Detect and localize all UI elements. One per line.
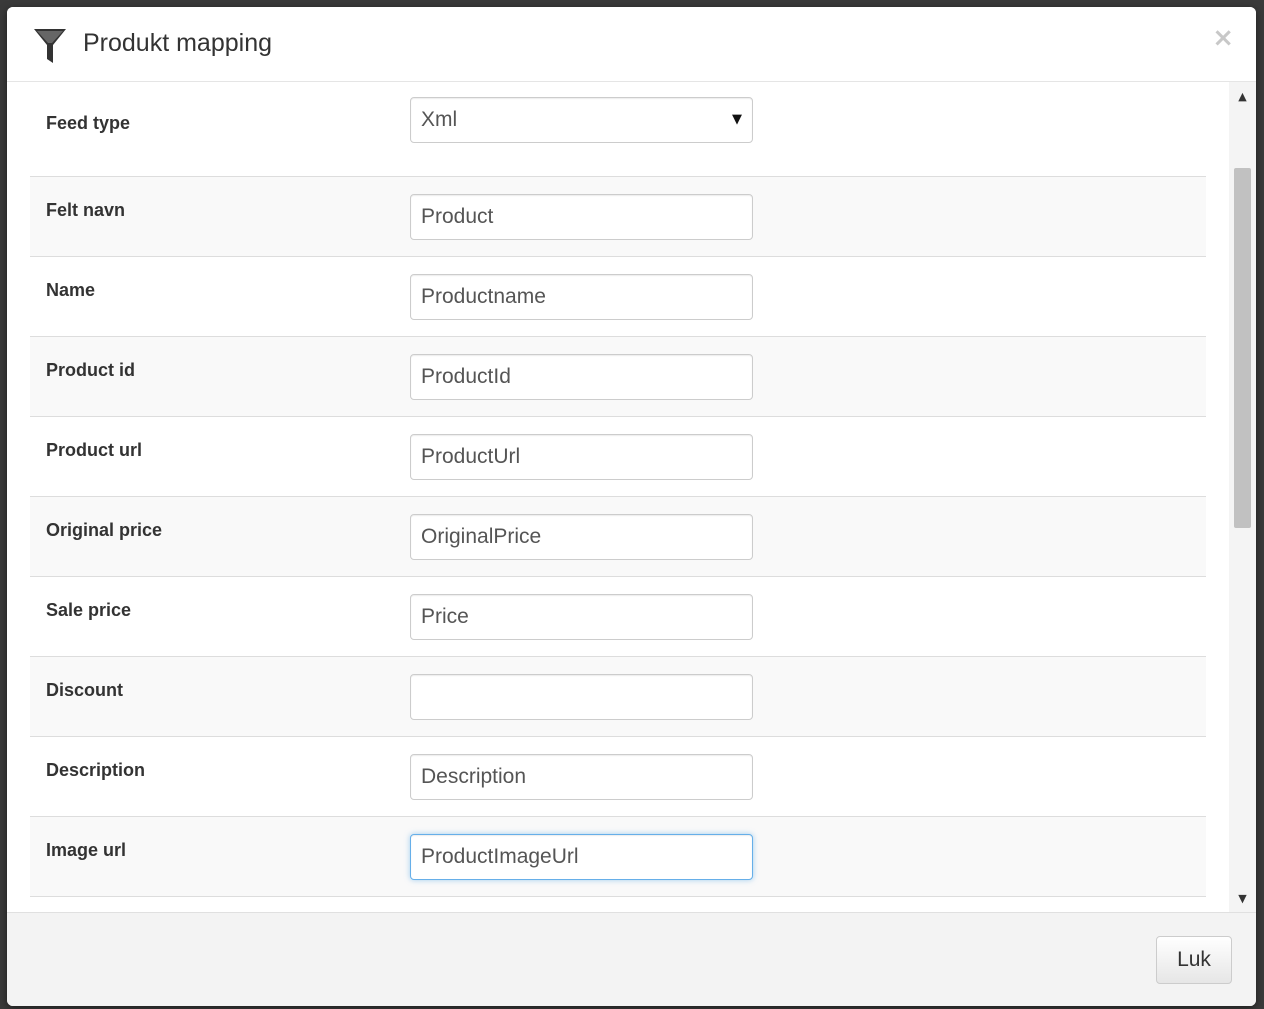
field-label: Product url	[46, 440, 143, 460]
close-icon[interactable]: ×	[1212, 23, 1234, 53]
dropdown-arrow-icon: ▼	[732, 112, 742, 127]
scroll-up-icon[interactable]: ▲	[1229, 87, 1256, 107]
form-row-partial	[30, 897, 1206, 912]
product-id-input[interactable]: ProductId	[410, 354, 753, 400]
description-input[interactable]: Description	[410, 754, 753, 800]
field-label: Description	[46, 760, 146, 780]
field-label: Original price	[46, 520, 163, 540]
form-row-feed-type: Feed type Xml ▼	[30, 82, 1206, 177]
form-row-product-url: Product url ProductUrl	[30, 417, 1206, 497]
form-row-product-id: Product id ProductId	[30, 337, 1206, 417]
sale-price-input[interactable]: Price	[410, 594, 753, 640]
feed-type-selected-value: Xml	[421, 108, 458, 131]
name-input[interactable]: Productname	[410, 274, 753, 320]
field-label: Image url	[46, 840, 127, 860]
field-label: Sale price	[46, 600, 132, 620]
vertical-scrollbar[interactable]: ▲ ▼	[1229, 82, 1256, 912]
feed-type-label: Feed type	[46, 113, 131, 133]
form-row-name: Name Productname	[30, 257, 1206, 337]
funnel-icon	[34, 29, 66, 63]
form-row-description: Description Description	[30, 737, 1206, 817]
luk-button[interactable]: Luk	[1156, 936, 1232, 984]
dialog-header: Produkt mapping ×	[7, 7, 1256, 82]
original-price-input[interactable]: OriginalPrice	[410, 514, 753, 560]
image-url-input[interactable]: ProductImageUrl	[410, 834, 753, 880]
form-row-sale-price: Sale price Price	[30, 577, 1206, 657]
discount-input[interactable]	[410, 674, 753, 720]
field-label: Felt navn	[46, 200, 126, 220]
field-label: Name	[46, 280, 96, 300]
dialog-footer: Luk	[7, 912, 1256, 1006]
dialog-body: Feed type Xml ▼ Felt navn Product Name P…	[7, 82, 1256, 912]
product-mapping-dialog: Produkt mapping × Feed type Xml ▼ Felt n…	[7, 7, 1256, 1006]
mapping-rows: Feed type Xml ▼ Felt navn Product Name P…	[30, 82, 1206, 912]
dialog-title: Produkt mapping	[83, 29, 273, 57]
feed-type-select[interactable]: Xml ▼	[410, 97, 753, 143]
form-row-original-price: Original price OriginalPrice	[30, 497, 1206, 577]
felt-navn-input[interactable]: Product	[410, 194, 753, 240]
form-row-felt-navn: Felt navn Product	[30, 177, 1206, 257]
form-row-image-url: Image url ProductImageUrl	[30, 817, 1206, 897]
product-url-input[interactable]: ProductUrl	[410, 434, 753, 480]
field-label: Product id	[46, 360, 135, 380]
scroll-down-icon[interactable]: ▼	[1229, 889, 1256, 909]
scrollbar-thumb[interactable]	[1234, 168, 1251, 528]
form-row-discount: Discount	[30, 657, 1206, 737]
field-label: Discount	[46, 680, 124, 700]
